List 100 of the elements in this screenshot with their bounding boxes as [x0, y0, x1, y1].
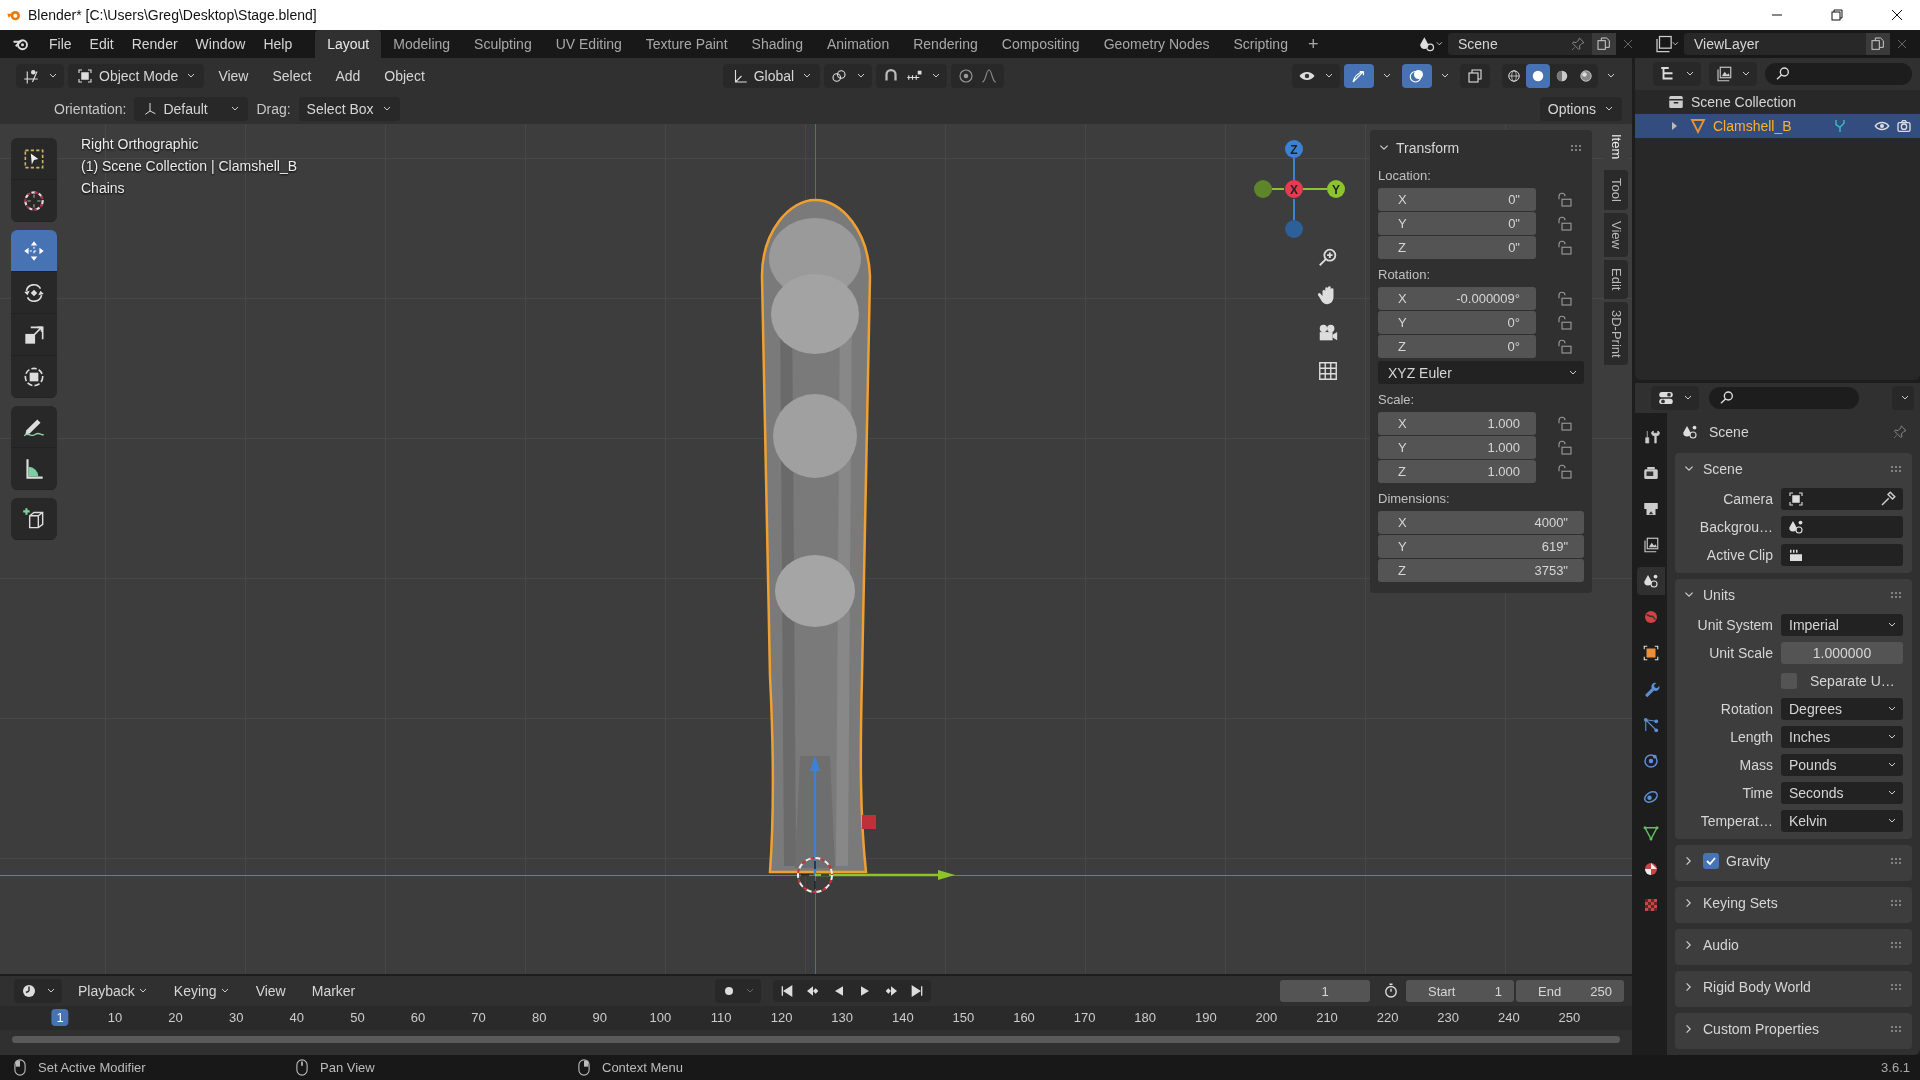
section-title[interactable]: Units — [1703, 587, 1735, 603]
workspace-tab[interactable]: Shading — [739, 30, 815, 58]
menu-item[interactable]: Render — [122, 36, 187, 52]
camera-icon[interactable] — [1896, 118, 1912, 134]
grip-icon[interactable] — [1890, 857, 1904, 865]
unlock-icon[interactable] — [1556, 337, 1574, 356]
grip-icon[interactable] — [1890, 1025, 1904, 1033]
unlock-icon[interactable] — [1556, 438, 1574, 457]
unlock-icon[interactable] — [1556, 238, 1574, 257]
menu-item[interactable]: File — [40, 36, 81, 52]
xray-toggle[interactable] — [1460, 64, 1490, 88]
section-title[interactable]: Rigid Body World — [1703, 979, 1811, 995]
unlock-icon[interactable] — [1556, 289, 1574, 308]
number-field[interactable]: Z 3753" — [1378, 559, 1584, 582]
unlock-icon[interactable] — [1556, 190, 1574, 209]
eyedropper-icon[interactable] — [1879, 490, 1897, 508]
axis-ball[interactable] — [1254, 180, 1285, 198]
menu-item[interactable]: Select — [262, 68, 322, 84]
sidebar-tab[interactable]: Tool — [1604, 170, 1628, 211]
grip-icon[interactable] — [1890, 591, 1904, 599]
menu-dropdown[interactable]: Keying — [163, 983, 240, 999]
number-field[interactable]: Z 0° — [1378, 335, 1536, 358]
search-field[interactable] — [1709, 387, 1859, 409]
outliner-row[interactable]: Scene Collection — [1635, 90, 1920, 114]
current-frame-field[interactable]: 1 — [1280, 980, 1370, 1002]
menu-dropdown[interactable]: Playback — [68, 983, 158, 999]
view-layer-icon[interactable] — [1654, 34, 1680, 54]
options-dropdown[interactable]: Options — [1539, 97, 1622, 121]
number-field[interactable]: Z 1.000 — [1378, 460, 1536, 483]
filter-button[interactable] — [1709, 62, 1757, 86]
data-field[interactable] — [1781, 544, 1903, 566]
dropdown[interactable]: Seconds — [1781, 782, 1903, 804]
number-field[interactable]: Y 0" — [1378, 212, 1536, 235]
section-title[interactable]: Gravity — [1726, 853, 1771, 869]
workspace-tab[interactable]: Geometry Nodes — [1091, 30, 1222, 58]
menu-item[interactable]: Help — [254, 36, 302, 52]
editor-type-button[interactable] — [14, 979, 62, 1003]
number-field[interactable]: X -0.000009° — [1378, 287, 1536, 310]
add-workspace-button[interactable]: + — [1299, 30, 1327, 58]
drag-dropdown[interactable]: Select Box — [298, 97, 400, 121]
workspace-tab[interactable]: Rendering — [901, 30, 990, 58]
grip-icon[interactable] — [1890, 465, 1904, 473]
section-title[interactable]: Keying Sets — [1703, 895, 1778, 911]
menu-item[interactable]: Object — [374, 68, 435, 84]
sidebar-tab[interactable]: 3D-Print — [1604, 301, 1628, 366]
data-field[interactable] — [1781, 488, 1903, 510]
new-scene-icon[interactable] — [1592, 33, 1616, 55]
dropdown[interactable]: Imperial — [1781, 614, 1903, 636]
section-title[interactable]: Audio — [1703, 937, 1739, 953]
stopwatch-icon[interactable] — [1382, 982, 1400, 1000]
checkbox[interactable] — [1703, 853, 1719, 869]
start-frame-field[interactable]: Start 1 — [1406, 980, 1514, 1002]
menu-item[interactable]: Marker — [301, 983, 366, 999]
pivot-button[interactable] — [824, 64, 873, 88]
scene-field[interactable]: Scene — [1448, 33, 1592, 55]
editor-type-button[interactable] — [1651, 386, 1699, 410]
grid-icon[interactable] — [1317, 360, 1339, 382]
mode-dropdown[interactable]: Object Mode — [68, 64, 205, 88]
sidebar-tab[interactable]: View — [1604, 213, 1628, 258]
unlock-icon[interactable] — [1556, 214, 1574, 233]
axis-ball[interactable]: X — [1285, 180, 1303, 198]
menu-item[interactable]: View — [245, 983, 296, 999]
number-field[interactable]: Y 619" — [1378, 535, 1584, 558]
number-field[interactable]: X 0" — [1378, 188, 1536, 211]
workspace-tab[interactable]: Layout — [315, 30, 382, 58]
outliner-row[interactable]: Clamshell_B — [1635, 114, 1920, 138]
grip-icon[interactable] — [1570, 144, 1584, 152]
menu-item[interactable]: Add — [325, 68, 371, 84]
workspace-tab[interactable]: Modeling — [381, 30, 463, 58]
number-field[interactable]: X 1.000 — [1378, 412, 1536, 435]
search-field[interactable] — [1765, 63, 1912, 85]
number-field[interactable]: Y 0° — [1378, 311, 1536, 334]
menu-item[interactable]: Window — [186, 36, 255, 52]
number-field[interactable]: 1.000000 — [1781, 642, 1903, 664]
workspace-tab[interactable]: Sculpting — [462, 30, 544, 58]
data-field[interactable] — [1781, 516, 1903, 538]
pin-icon[interactable] — [1892, 424, 1908, 440]
visibility-button[interactable] — [1292, 64, 1340, 88]
frame-number[interactable]: 1 — [51, 1009, 69, 1026]
menu-item[interactable]: Edit — [80, 36, 123, 52]
menu-item[interactable]: View — [208, 68, 259, 84]
unlock-icon[interactable] — [1556, 313, 1574, 332]
grip-icon[interactable] — [1890, 983, 1904, 991]
scrollbar[interactable] — [12, 1036, 1620, 1043]
number-field[interactable]: Y 1.000 — [1378, 436, 1536, 459]
panel-title[interactable]: Transform — [1396, 140, 1460, 156]
unlock-icon[interactable] — [1556, 462, 1574, 481]
number-field[interactable]: Z 0" — [1378, 236, 1536, 259]
unlock-icon[interactable] — [1556, 414, 1574, 433]
tool-button[interactable] — [11, 230, 57, 272]
axis-ball[interactable]: Y — [1302, 180, 1345, 198]
proportional-edit-button[interactable] — [951, 64, 1005, 88]
gizmo-toggle[interactable] — [1344, 64, 1374, 88]
workspace-tab[interactable]: Texture Paint — [633, 30, 740, 58]
editor-type-button[interactable] — [16, 64, 64, 88]
overlays-toggle[interactable] — [1402, 64, 1432, 88]
dropdown[interactable]: Inches — [1781, 726, 1903, 748]
display-mode-button[interactable] — [1653, 62, 1701, 86]
orientation-dropdown[interactable]: Global — [722, 64, 821, 88]
workspace-tab[interactable]: Compositing — [989, 30, 1092, 58]
